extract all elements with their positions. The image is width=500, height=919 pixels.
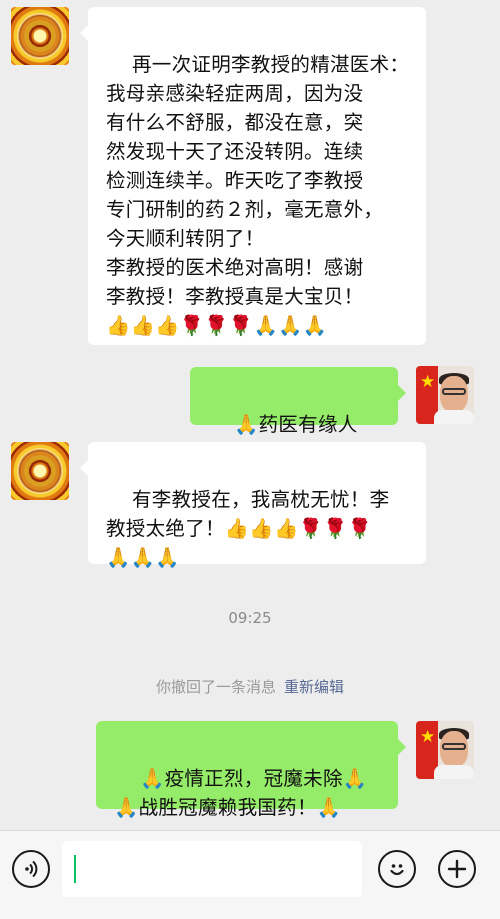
chat-area: 再一次证明李教授的精湛医术： 我母亲感染轻症两周，因为没 有什么不舒服，都没在意… [0,0,500,830]
message-text: 再一次证明李教授的精湛医术： 我母亲感染轻症两周，因为没 有什么不舒服，都没在意… [106,53,410,337]
message-text: 🙏疫情正烈，冠魔未除🙏 🙏战胜冠魔赖我国药！🙏 [114,767,368,819]
reedit-link[interactable]: 重新编辑 [284,678,344,696]
message-text: 有李教授在，我高枕无忧！李 教授太绝了！👍👍👍🌹🌹🌹 🙏🙏🙏 [106,488,390,569]
voice-icon [25,860,38,878]
message-input[interactable] [62,841,362,897]
my-avatar[interactable]: ★ [416,721,474,779]
contact-avatar[interactable] [11,7,69,65]
recall-notice: 你撤回了一条消息 重新编辑 [0,676,500,697]
message-bubble-sent[interactable]: 🙏药医有缘人🙏 [190,367,406,465]
emoji-button[interactable] [378,850,416,888]
flag-star-icon: ★ [420,727,436,747]
input-bar [0,830,500,919]
more-button[interactable] [438,850,476,888]
flag-star-icon: ★ [420,372,436,392]
message-bubble-received[interactable]: 有李教授在，我高枕无忧！李 教授太绝了！👍👍👍🌹🌹🌹 🙏🙏🙏 [80,442,426,569]
message-timestamp: 09:25 [228,609,272,627]
plus-icon [447,859,467,879]
recall-text: 你撤回了一条消息 [155,678,276,696]
emoji-icon [390,864,404,876]
my-avatar[interactable]: ★ [416,366,474,424]
voice-button[interactable] [12,850,50,888]
message-bubble-received[interactable]: 再一次证明李教授的精湛医术： 我母亲感染轻症两周，因为没 有什么不舒服，都没在意… [80,7,426,345]
contact-avatar[interactable] [11,442,69,500]
text-caret [74,855,76,883]
message-bubble-sent[interactable]: 🙏疫情正烈，冠魔未除🙏 🙏战胜冠魔赖我国药！🙏 [96,721,406,819]
